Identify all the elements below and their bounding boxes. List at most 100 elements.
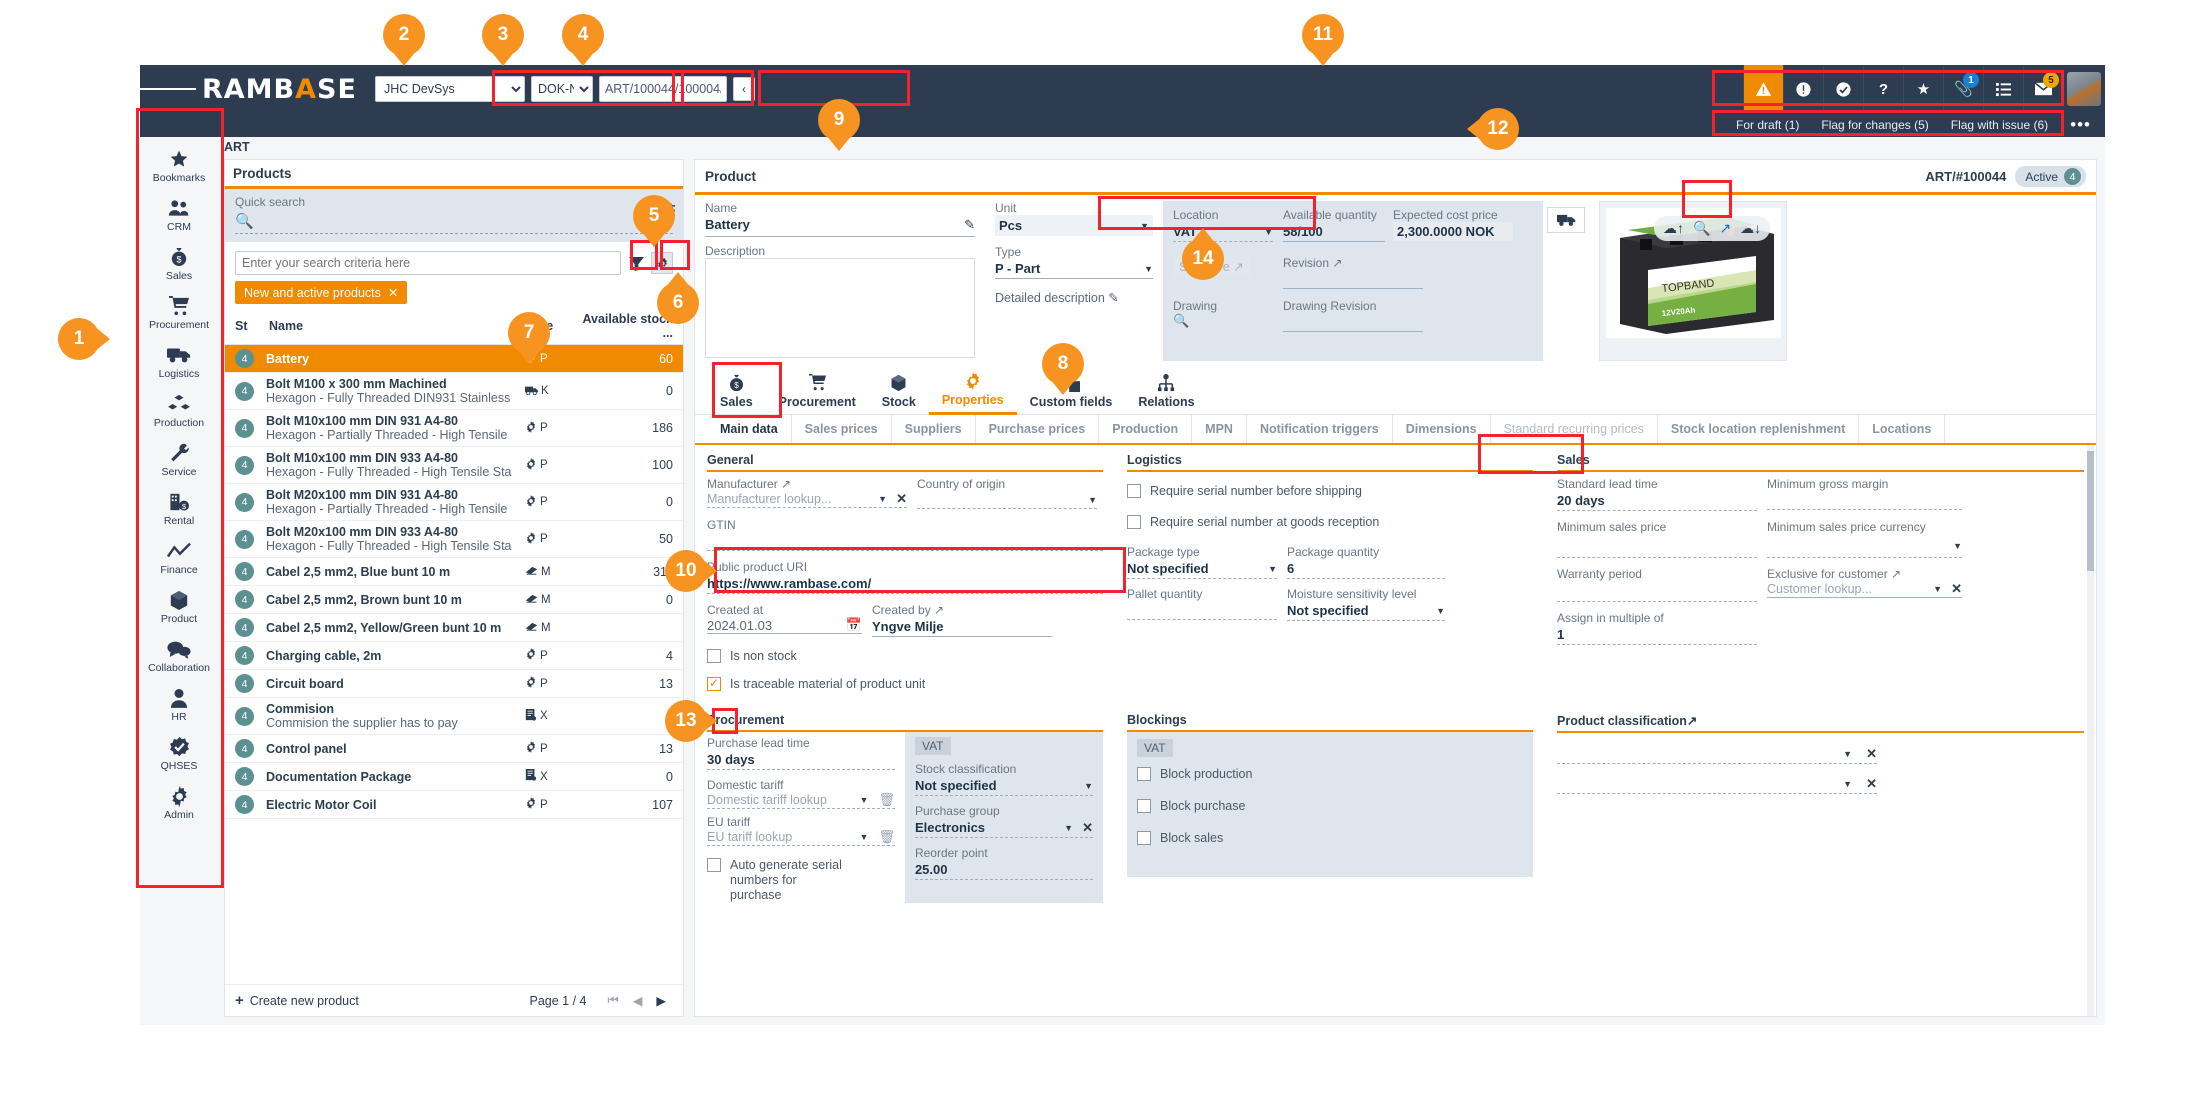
close-icon[interactable]: ✕ — [388, 285, 398, 300]
subtab-dimensions[interactable]: Dimensions — [1393, 415, 1491, 443]
help-icon[interactable]: ? — [1863, 65, 1903, 113]
serial-goods-reception-checkbox[interactable] — [1127, 515, 1141, 529]
table-row[interactable]: 4Electric Motor CoilP107 — [225, 791, 683, 819]
subtab-main-data[interactable]: Main data — [707, 415, 792, 443]
download-icon[interactable]: ☁↓ — [1740, 220, 1761, 237]
auto-serial-row[interactable]: Auto generate serial numbers for purchas… — [707, 858, 895, 903]
table-row[interactable]: 4Bolt M10x100 mm DIN 933 A4-80Hexagon - … — [225, 447, 683, 484]
sidebar-item-finance[interactable]: Finance — [140, 533, 218, 582]
sidebar-item-production[interactable]: Production — [140, 386, 218, 435]
sidebar-item-crm[interactable]: CRM — [140, 190, 218, 239]
create-new-product-button[interactable]: + Create new product — [235, 992, 529, 1009]
serial-before-shipping-checkbox[interactable] — [1127, 484, 1141, 498]
manufacturer-lookup[interactable]: Manufacturer lookup... ▼ ✕ — [707, 491, 907, 508]
table-row[interactable]: 4BatteryP60 — [225, 345, 683, 373]
classification-row-2[interactable]: ▼ ✕ — [1557, 775, 1877, 794]
clear-purchase-group-icon[interactable]: ✕ — [1082, 820, 1093, 836]
tab-custom-fields[interactable]: Custom fields — [1017, 369, 1126, 414]
tab-stock[interactable]: Stock — [869, 369, 929, 414]
type-select[interactable]: P - Part ▼ — [995, 259, 1153, 279]
first-page-icon[interactable]: ⏮ — [607, 993, 618, 1008]
block-sales-row[interactable]: Block sales — [1137, 831, 1523, 845]
search-input[interactable] — [235, 251, 621, 275]
description-textarea[interactable] — [705, 258, 975, 358]
flag-more-button[interactable]: ••• — [2070, 120, 2091, 130]
sidebar-item-product[interactable]: Product — [140, 582, 218, 631]
table-row[interactable]: 4Cabel 2,5 mm2, Brown bunt 10 mM0 — [225, 586, 683, 614]
subtab-suppliers[interactable]: Suppliers — [892, 415, 976, 443]
block-production-checkbox[interactable] — [1137, 767, 1151, 781]
alert-icon[interactable] — [1783, 65, 1823, 113]
edit-icon[interactable]: ✎ — [1108, 291, 1118, 305]
country-select[interactable]: ▼ — [917, 491, 1097, 509]
attachment-icon[interactable]: 📎 1 — [1943, 65, 1983, 113]
company-select[interactable]: JHC DevSys — [375, 76, 525, 102]
eu-tariff-lookup[interactable]: EU tariff lookup ▼ 🗑 — [707, 829, 895, 846]
stock-classification-select[interactable]: Not specified ▼ — [915, 776, 1093, 796]
subtab-notification-triggers[interactable]: Notification triggers — [1247, 415, 1393, 443]
tab-procurement[interactable]: Procurement — [766, 369, 869, 414]
block-sales-checkbox[interactable] — [1137, 831, 1151, 845]
exclusive-lookup[interactable]: Customer lookup... ▼ ✕ — [1767, 581, 1962, 598]
subtab-sales-prices[interactable]: Sales prices — [792, 415, 892, 443]
table-row[interactable]: 4Bolt M20x100 mm DIN 931 A4-80Hexagon - … — [225, 484, 683, 521]
search-settings-icon[interactable] — [658, 203, 675, 221]
serial-goods-reception-row[interactable]: Require serial number at goods reception — [1127, 515, 1533, 529]
gtin-field[interactable]: GTIN — [707, 518, 1103, 551]
sidebar-item-qhses[interactable]: QHSES — [140, 729, 218, 778]
filter-chip[interactable]: New and active products ✕ — [235, 281, 407, 304]
uri-field[interactable]: Public product URI https://www.rambase.c… — [707, 560, 1103, 594]
table-row[interactable]: 4CommisionCommision the supplier has to … — [225, 698, 683, 735]
sidebar-item-admin[interactable]: Admin — [140, 778, 218, 827]
location-field[interactable]: Location VAT ▼ — [1173, 208, 1273, 242]
traceable-checkbox-row[interactable]: ✓ Is traceable material of product unit — [707, 677, 1103, 691]
auto-serial-checkbox[interactable] — [707, 858, 721, 872]
shipping-truck-button[interactable] — [1547, 207, 1585, 233]
table-row[interactable]: 4Circuit boardP13 — [225, 670, 683, 698]
table-row[interactable]: 4Bolt M10x100 mm DIN 931 A4-80Hexagon - … — [225, 410, 683, 447]
sidebar-item-sales[interactable]: $ Sales — [140, 239, 218, 288]
serial-before-shipping-row[interactable]: Require serial number before shipping — [1127, 484, 1533, 498]
tab-properties[interactable]: Properties — [929, 367, 1017, 415]
created-at-row[interactable]: 2024.01.03 📅 — [707, 617, 862, 634]
table-row[interactable]: 4Bolt M20x100 mm DIN 933 A4-80Hexagon - … — [225, 521, 683, 558]
flag-with-issue[interactable]: Flag with issue (6) — [1951, 118, 2048, 132]
messages-icon[interactable]: 5 — [2023, 65, 2063, 113]
sidebar-item-service[interactable]: Service — [140, 435, 218, 484]
tab-relations[interactable]: Relations — [1125, 369, 1207, 414]
tasklist-icon[interactable] — [1983, 65, 2023, 113]
table-row[interactable]: 4Cabel 2,5 mm2, Blue bunt 10 mM311 — [225, 558, 683, 586]
package-type-select[interactable]: Not specified ▼ — [1127, 559, 1277, 579]
subtab-production[interactable]: Production — [1099, 415, 1192, 443]
subtab-mpn[interactable]: MPN — [1192, 415, 1247, 443]
subtab-standard-recurring-prices[interactable]: Standard recurring prices — [1491, 415, 1658, 443]
traceable-checkbox[interactable]: ✓ — [707, 677, 721, 691]
prev-page-icon[interactable]: ◀ — [633, 993, 643, 1008]
search-icon[interactable]: 🔍 — [1693, 220, 1710, 237]
menu-toggle-button[interactable] — [140, 85, 196, 93]
detailed-description-link[interactable]: Detailed description ✎ — [995, 290, 1153, 305]
table-row[interactable]: 4Charging cable, 2mP4 — [225, 642, 683, 670]
subtab-stock-location-replenishment[interactable]: Stock location replenishment — [1658, 415, 1859, 443]
block-purchase-row[interactable]: Block purchase — [1137, 799, 1523, 813]
sidebar-item-logistics[interactable]: Logistics — [140, 337, 218, 386]
sidebar-item-rental[interactable]: $ Rental — [140, 484, 218, 533]
name-field[interactable]: Battery ✎ — [705, 215, 975, 237]
settings-gear-icon[interactable] — [651, 252, 673, 274]
non-stock-checkbox[interactable] — [707, 649, 721, 663]
table-row[interactable]: 4Bolt M100 x 300 mm MachinedHexagon - Fu… — [225, 373, 683, 410]
block-purchase-checkbox[interactable] — [1137, 799, 1151, 813]
drawing-field[interactable]: Drawing 🔍 — [1173, 299, 1273, 332]
domestic-tariff-lookup[interactable]: Domestic tariff lookup ▼ 🗑 — [707, 792, 895, 809]
flag-for-changes[interactable]: Flag for changes (5) — [1821, 118, 1928, 132]
table-row[interactable]: 4Control panelP13 — [225, 735, 683, 763]
clear-exclusive-icon[interactable]: ✕ — [1951, 581, 1962, 597]
scrollbar-thumb[interactable] — [2087, 451, 2094, 571]
subtab-locations[interactable]: Locations — [1859, 415, 1945, 443]
search-icon[interactable]: 🔍 — [1173, 313, 1273, 329]
next-page-icon[interactable]: ▶ — [656, 993, 666, 1008]
delete-icon[interactable]: 🗑 — [878, 792, 895, 808]
calendar-icon[interactable]: 📅 — [846, 617, 862, 633]
clear-manufacturer-icon[interactable]: ✕ — [896, 491, 907, 507]
sidebar-item-procurement[interactable]: Procurement — [140, 288, 218, 337]
